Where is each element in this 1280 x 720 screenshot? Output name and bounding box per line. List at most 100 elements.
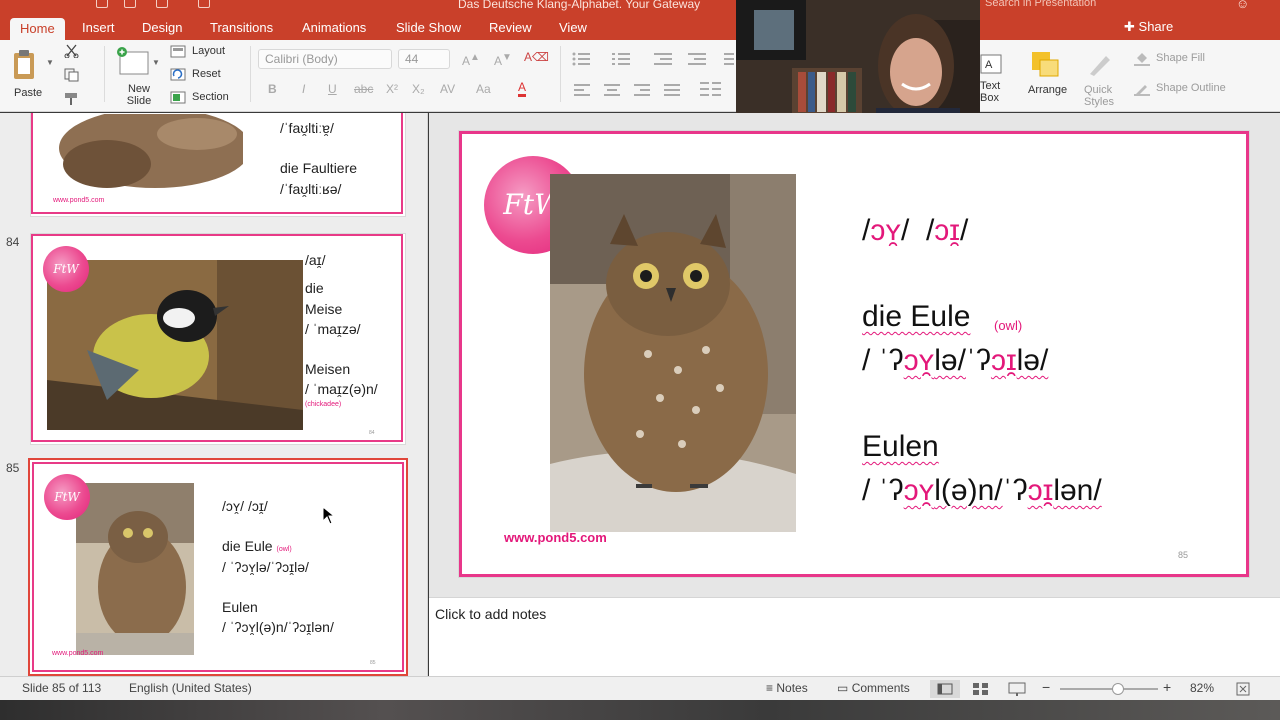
word-line: die bbox=[305, 280, 324, 297]
undo-icon[interactable] bbox=[156, 0, 168, 8]
search-input[interactable]: Search in Presentation bbox=[985, 0, 1185, 11]
owl-image bbox=[550, 174, 796, 532]
slide-thumbnail[interactable]: /ˈfaʊ̯ltiːɐ̯/ die Faultiere /ˈfaʊ̯ltiːʁə… bbox=[30, 113, 406, 217]
translation-note: (owl) bbox=[994, 318, 1023, 333]
italic-icon[interactable]: I bbox=[302, 82, 305, 96]
slide-sorter-icon[interactable] bbox=[972, 682, 990, 696]
font-name-select[interactable]: Calibri (Body) bbox=[258, 49, 392, 69]
cut-icon[interactable] bbox=[64, 44, 80, 58]
comments-toggle-button[interactable]: ▭ Comments bbox=[837, 681, 910, 695]
slide-page-number: 85 bbox=[1178, 550, 1189, 560]
zoom-in-button[interactable]: + bbox=[1163, 679, 1171, 695]
slide-thumbnail[interactable]: FtW /aɪ̯/ die Meise / ˈmaɪ̯zə/ Meisen / … bbox=[30, 233, 406, 445]
subscript-icon[interactable]: X₂ bbox=[412, 82, 425, 96]
font-size-select[interactable]: 44 bbox=[398, 49, 450, 69]
increase-indent-icon[interactable] bbox=[688, 52, 708, 66]
paint-bucket-icon bbox=[1134, 53, 1150, 66]
columns-icon[interactable] bbox=[700, 82, 722, 98]
new-slide-button[interactable]: New Slide bbox=[114, 44, 158, 108]
increase-font-size-icon[interactable]: A▲ bbox=[462, 52, 480, 68]
singular-ipa[interactable]: / ˈʔɔʏ̯lə/ˈʔɔɪ̯lə/ bbox=[862, 344, 1048, 378]
zoom-slider-thumb[interactable] bbox=[1112, 683, 1124, 695]
copy-icon[interactable] bbox=[64, 68, 80, 82]
ipa-line: / ˈmaɪ̯zə/ bbox=[305, 320, 361, 337]
word-line: Meisen bbox=[305, 361, 351, 378]
plural-word[interactable]: Eulen bbox=[862, 430, 939, 464]
thumb-text-block: /ˈfaʊ̯ltiːɐ̯/ die Faultiere /ˈfaʊ̯ltiːʁə… bbox=[280, 118, 357, 199]
format-painter-icon[interactable] bbox=[64, 92, 80, 106]
underline-icon[interactable]: U bbox=[328, 82, 337, 96]
language-indicator[interactable]: English (United States) bbox=[129, 681, 252, 695]
decrease-indent-icon[interactable] bbox=[654, 52, 674, 66]
fit-to-window-icon[interactable] bbox=[1236, 682, 1250, 696]
paste-button[interactable]: Paste bbox=[8, 44, 54, 100]
character-spacing-icon[interactable]: AV bbox=[440, 82, 455, 96]
smiley-feedback-icon[interactable]: ☺ bbox=[1236, 0, 1249, 11]
superscript-icon[interactable]: X² bbox=[386, 82, 398, 96]
tab-animations[interactable]: Animations bbox=[302, 20, 366, 35]
tab-slide-show[interactable]: Slide Show bbox=[396, 20, 461, 35]
separator bbox=[104, 46, 105, 102]
align-center-icon[interactable] bbox=[604, 84, 620, 96]
align-left-icon[interactable] bbox=[574, 84, 590, 96]
section-icon bbox=[170, 91, 186, 104]
tab-design[interactable]: Design bbox=[142, 20, 182, 35]
chevron-down-icon[interactable]: ▼ bbox=[152, 58, 160, 67]
slide-thumbnail-selected[interactable]: FtW /ɔʏ̯/ /ɔɪ̯/ die Eule (owl) / ˈʔɔʏ̯lə… bbox=[28, 458, 408, 676]
zoom-level[interactable]: 82% bbox=[1190, 681, 1214, 695]
separator bbox=[560, 46, 561, 102]
decrease-font-size-icon[interactable]: A▼ bbox=[494, 52, 512, 68]
sound-heading[interactable]: /ɔʏ̯/ /ɔɪ̯/ bbox=[862, 214, 968, 248]
translation-note: (owl) bbox=[276, 546, 292, 554]
singular-word[interactable]: die Eule bbox=[862, 300, 970, 334]
ipa-line: /ˈfaʊ̯ltiːʁə/ bbox=[280, 180, 342, 197]
line-spacing-icon[interactable] bbox=[720, 52, 734, 68]
tab-view[interactable]: View bbox=[559, 20, 587, 35]
reset-icon bbox=[170, 68, 186, 81]
layout-icon bbox=[170, 45, 186, 58]
numbering-icon[interactable] bbox=[612, 52, 632, 66]
notes-toggle-button[interactable]: ≡ Notes bbox=[766, 681, 808, 695]
bullets-icon[interactable] bbox=[572, 52, 592, 66]
zoom-out-button[interactable]: − bbox=[1042, 679, 1050, 695]
notes-pane[interactable]: Click to add notes bbox=[429, 597, 1280, 676]
bold-icon[interactable]: B bbox=[268, 82, 277, 96]
current-slide[interactable]: FtW /ɔʏ̯/ /ɔɪ̯/ die Eule (owl) / ˈʔɔʏ̯lə… bbox=[459, 131, 1249, 577]
zoom-slider[interactable] bbox=[1060, 683, 1158, 695]
slide-editor[interactable]: FtW /ɔʏ̯/ /ɔɪ̯/ die Eule (owl) / ˈʔɔʏ̯lə… bbox=[429, 113, 1280, 597]
status-bar: Slide 85 of 113 English (United States) … bbox=[0, 676, 1280, 700]
justify-icon[interactable] bbox=[664, 84, 680, 96]
chevron-down-icon[interactable]: ▼ bbox=[46, 58, 54, 67]
text-box-button[interactable]: A Text Box bbox=[980, 50, 1010, 106]
align-right-icon[interactable] bbox=[634, 84, 650, 96]
print-icon[interactable] bbox=[124, 0, 136, 8]
tab-transitions[interactable]: Transitions bbox=[210, 20, 273, 35]
plural-ipa[interactable]: / ˈʔɔʏ̯l(ə)n/ˈʔɔɪ̯lən/ bbox=[862, 474, 1102, 508]
normal-view-icon[interactable] bbox=[930, 680, 960, 698]
chickadee-image bbox=[47, 260, 303, 430]
tab-insert[interactable]: Insert bbox=[82, 20, 115, 35]
notes-placeholder[interactable]: Click to add notes bbox=[435, 606, 546, 622]
tab-review[interactable]: Review bbox=[489, 20, 532, 35]
clear-formatting-icon[interactable]: A⌫ bbox=[524, 50, 549, 64]
new-slide-icon bbox=[117, 47, 149, 75]
redo-icon[interactable] bbox=[198, 0, 210, 8]
slide-thumbnail-pane[interactable]: /ˈfaʊ̯ltiːɐ̯/ die Faultiere /ˈfaʊ̯ltiːʁə… bbox=[0, 113, 428, 676]
ipa-line: / ˈʔɔʏ̯lə/ˈʔɔɪ̯lə/ bbox=[222, 558, 309, 575]
save-icon[interactable] bbox=[96, 0, 108, 8]
font-color-icon[interactable]: A bbox=[518, 80, 527, 97]
word-line: Meise bbox=[305, 300, 343, 317]
ipa-line: / ˈʔɔʏ̯l(ə)n/ˈʔɔɪ̯lən/ bbox=[222, 619, 334, 636]
arrange-button[interactable]: Arrange bbox=[1024, 48, 1074, 104]
brand-logo: FtW bbox=[44, 474, 90, 520]
source-url: www.pond5.com bbox=[53, 197, 105, 204]
add-person-icon: ✚ bbox=[1124, 19, 1135, 34]
word-line: die Eule (owl) bbox=[222, 538, 292, 555]
change-case-icon[interactable]: Aa bbox=[476, 82, 491, 96]
strikethrough-icon[interactable]: abc bbox=[354, 82, 373, 96]
reading-view-icon[interactable] bbox=[1008, 682, 1026, 696]
tab-home[interactable]: Home bbox=[10, 18, 65, 40]
quick-styles-button[interactable]: Quick Styles bbox=[1082, 48, 1122, 108]
share-button[interactable]: ✚ Share bbox=[1124, 19, 1173, 35]
slide-counter: Slide 85 of 113 bbox=[22, 681, 102, 695]
